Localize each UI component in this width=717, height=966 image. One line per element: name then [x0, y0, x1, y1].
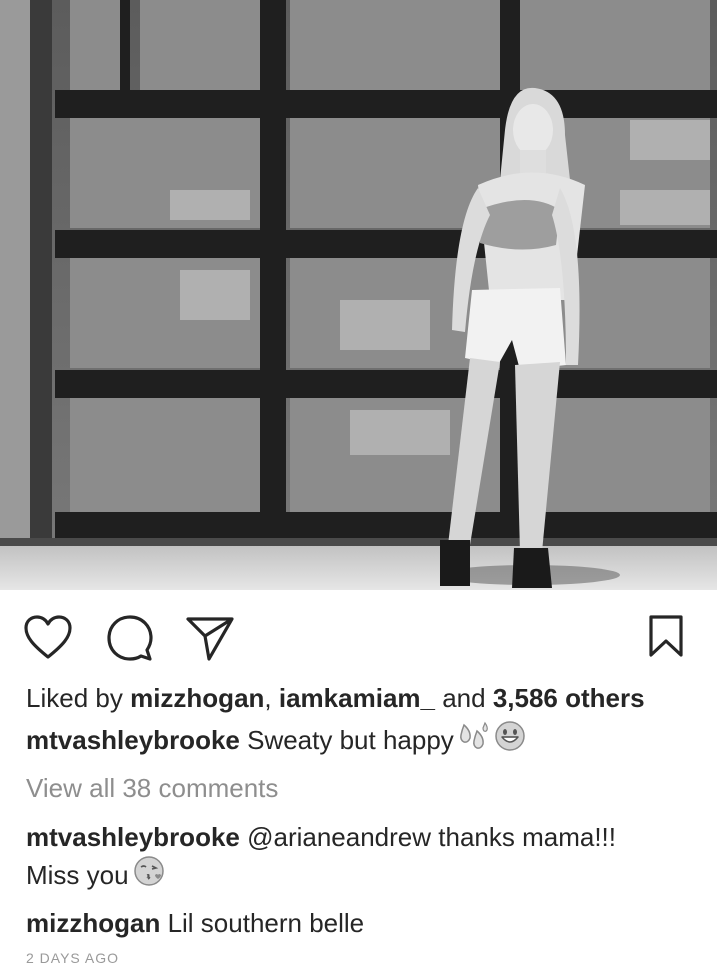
paper-plane-icon	[186, 617, 234, 661]
post-photo[interactable]	[0, 0, 717, 590]
caption-username[interactable]: mtvashleybrooke	[26, 725, 240, 755]
comment-2-line: mizzhogan Lil southern belle	[26, 906, 697, 940]
sweat-droplets-icon	[458, 721, 490, 759]
comment-button[interactable]	[104, 612, 156, 664]
comment-bubble-icon	[107, 615, 153, 661]
post-photo-graphic	[0, 0, 717, 590]
comment-1-line-2: Miss you	[26, 855, 697, 897]
comment-2-username[interactable]: mizzhogan	[26, 908, 160, 938]
bookmark-icon	[649, 615, 683, 657]
comment-1-line-1: mtvashleybrooke @arianeandrew thanks mam…	[26, 820, 697, 854]
view-all-comments-link[interactable]: View all 38 comments	[26, 771, 697, 805]
comment-2-text: Lil southern belle	[160, 908, 365, 938]
face-blowing-kiss-icon	[133, 855, 165, 895]
post-timestamp: 2 DAYS AGO	[26, 950, 119, 966]
comment-1-username[interactable]: mtvashleybrooke	[26, 822, 240, 852]
heart-icon	[24, 615, 72, 659]
likes-others-link[interactable]: 3,586 others	[493, 683, 645, 713]
grinning-face-icon	[494, 720, 526, 760]
likes-prefix: Liked by	[26, 683, 131, 713]
likes-line: Liked by mizzhogan, iamkamiam_ and 3,586…	[26, 681, 697, 715]
liker-username-2[interactable]: iamkamiam_	[279, 683, 435, 713]
post-action-bar	[0, 590, 717, 680]
comment-1-text-cont: Miss you	[26, 859, 129, 890]
like-button[interactable]	[22, 612, 74, 664]
save-button[interactable]	[640, 610, 692, 662]
liker-username-1[interactable]: mizzhogan	[130, 683, 264, 713]
likes-separator: ,	[264, 683, 279, 713]
likes-and: and	[434, 683, 493, 713]
caption-line: mtvashleybrooke Sweaty but happy	[26, 720, 697, 762]
share-button[interactable]	[184, 612, 236, 664]
comment-1-text: @arianeandrew thanks mama!!!	[239, 822, 616, 852]
caption-text: Sweaty but happy	[239, 724, 454, 755]
